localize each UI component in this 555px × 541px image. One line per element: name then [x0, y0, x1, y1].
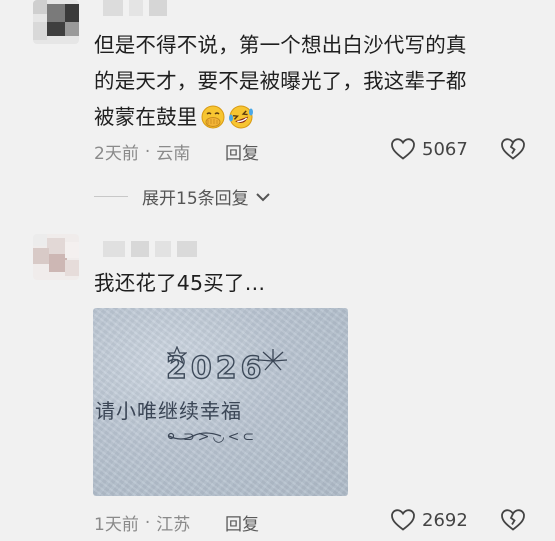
- like-count: 2692: [422, 509, 468, 531]
- comment-line: 但是不得不说，第一个想出白沙代写的真: [94, 33, 467, 57]
- like-button[interactable]: 5067: [390, 137, 468, 161]
- meta-separator: ·: [144, 512, 151, 533]
- avatar[interactable]: [33, 234, 79, 280]
- comment-line: 的是天才，要不是被曝光了，我这辈子都: [94, 69, 467, 93]
- dislike-button[interactable]: [500, 508, 526, 536]
- username-redacted: [103, 0, 167, 16]
- divider-line: [94, 196, 128, 197]
- comment-location: 云南: [156, 144, 191, 164]
- etched-emoticon: ⊃>◡<⊂: [183, 429, 258, 445]
- meta-separator: ·: [144, 141, 151, 162]
- broken-heart-icon: [501, 138, 525, 160]
- face-with-hand-over-mouth-icon: [201, 105, 224, 129]
- heart-outline-icon: [391, 509, 415, 531]
- comment-time: 1天前: [94, 515, 139, 535]
- comment-photo[interactable]: 2026 请小唯继续幸福 ⊃>◡<⊂: [93, 308, 348, 496]
- broken-heart-icon: [501, 509, 525, 531]
- expand-replies-button[interactable]: 展开15条回复: [94, 184, 272, 209]
- comment-text: 我还花了45买了…: [94, 265, 265, 301]
- expand-replies-label: 展开15条回复: [142, 189, 249, 209]
- comment-time: 2天前: [94, 144, 139, 164]
- etched-message: 请小唯继续幸福: [95, 399, 242, 423]
- comment-line: 被蒙在鼓里: [94, 105, 198, 129]
- comment-meta: 2天前 · 云南: [94, 139, 191, 165]
- like-count: 5067: [422, 138, 468, 160]
- comment-location: 江苏: [156, 515, 191, 535]
- comment-meta: 1天前 · 江苏: [94, 510, 191, 536]
- avatar[interactable]: [33, 0, 79, 44]
- comment-text: 但是不得不说，第一个想出白沙代写的真 的是天才，要不是被曝光了，我这辈子都 被蒙…: [94, 27, 467, 135]
- reply-button[interactable]: 回复: [225, 139, 259, 164]
- like-button[interactable]: 2692: [390, 508, 468, 532]
- username-redacted: [103, 241, 197, 257]
- comment-line: 我还花了45买了…: [94, 271, 266, 295]
- dislike-button[interactable]: [500, 137, 526, 165]
- etched-year: 2026: [165, 350, 266, 386]
- reply-button[interactable]: 回复: [225, 510, 259, 535]
- chevron-down-icon: [255, 192, 270, 201]
- heart-outline-icon: [391, 138, 415, 160]
- rolling-on-floor-laughing-icon: [228, 105, 253, 129]
